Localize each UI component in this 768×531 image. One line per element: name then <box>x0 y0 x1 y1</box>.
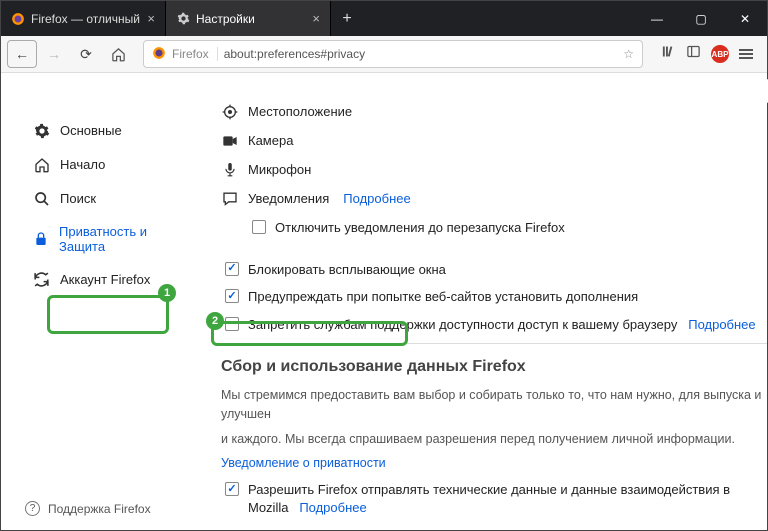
section-paragraph: Мы стремимся предоставить вам выбор и со… <box>221 386 767 424</box>
tab-label: Настройки <box>196 12 306 26</box>
firefox-icon <box>152 46 166 63</box>
annotation-badge-2: 2 <box>206 312 224 330</box>
settings-main-panel: Местоположение Камера Микрофон Уведомлен… <box>197 73 767 530</box>
new-tab-button[interactable]: + <box>331 1 363 36</box>
browser-toolbar: ← → ⟳ Firefox about:preferences#privacy … <box>1 36 767 73</box>
gear-icon <box>33 122 50 139</box>
checkbox-label: Предупреждать при попытке веб-сайтов уст… <box>248 288 638 306</box>
checkbox[interactable] <box>225 317 239 331</box>
forward-button[interactable]: → <box>39 40 69 68</box>
permission-label: Микрофон <box>248 162 311 177</box>
checkbox[interactable] <box>252 220 266 234</box>
checkbox[interactable] <box>225 482 239 496</box>
checkbox[interactable] <box>225 289 239 303</box>
privacy-notice-link[interactable]: Уведомление о приватности <box>221 456 386 470</box>
permission-label: Местоположение <box>248 104 352 119</box>
warn-addons-checkbox-row[interactable]: Предупреждать при попытке веб-сайтов уст… <box>221 288 767 306</box>
learn-more-link[interactable]: Подробнее <box>343 191 410 206</box>
url-identity: Firefox <box>172 47 218 61</box>
separator <box>221 343 767 344</box>
learn-more-link[interactable]: Подробнее <box>299 500 366 515</box>
sync-icon <box>33 271 50 288</box>
menu-button[interactable] <box>739 49 753 59</box>
minimize-button[interactable]: ― <box>635 1 679 36</box>
reload-button[interactable]: ⟳ <box>71 40 101 68</box>
window-controls: ― ▢ ✕ <box>635 1 767 36</box>
adblock-icon[interactable]: ABP <box>711 45 729 63</box>
question-icon: ? <box>25 501 40 516</box>
url-text: about:preferences#privacy <box>224 47 618 61</box>
microphone-icon <box>221 161 238 178</box>
lock-icon <box>33 231 49 248</box>
sidebar-item-label: Приватность и Защита <box>59 224 179 254</box>
location-icon <box>221 103 238 120</box>
checkbox-label: Блокировать всплывающие окна <box>248 261 446 279</box>
home-icon <box>33 156 50 173</box>
checkbox-text: Запретить службам поддержки доступности … <box>248 317 677 332</box>
checkbox[interactable] <box>225 262 239 276</box>
support-link[interactable]: ? Поддержка Firefox <box>25 501 151 516</box>
annotation-badge-1: 1 <box>158 284 176 302</box>
permission-microphone: Микрофон <box>221 161 767 178</box>
close-icon[interactable]: × <box>147 11 155 26</box>
bookmark-star-icon[interactable]: ☆ <box>623 47 634 61</box>
sidebar-item-privacy[interactable]: Приватность и Защита <box>25 219 187 259</box>
allow-tech-data-checkbox-row[interactable]: Разрешить Firefox отправлять технические… <box>221 481 767 516</box>
section-paragraph: и каждого. Мы всегда спрашиваем разрешен… <box>221 430 767 449</box>
checkbox-label: Запретить службам поддержки доступности … <box>248 316 756 334</box>
block-popups-checkbox-row[interactable]: Блокировать всплывающие окна <box>221 261 767 279</box>
chat-icon <box>221 190 238 207</box>
sidebar-item-search[interactable]: Поиск <box>25 185 187 212</box>
close-window-button[interactable]: ✕ <box>723 1 767 36</box>
search-icon <box>33 190 50 207</box>
permission-label: Камера <box>248 133 293 148</box>
home-button[interactable] <box>103 40 133 68</box>
address-bar[interactable]: Firefox about:preferences#privacy ☆ <box>143 40 643 68</box>
permission-camera: Камера <box>221 132 767 149</box>
close-icon[interactable]: × <box>312 11 320 26</box>
sidebar-item-label: Основные <box>60 123 122 138</box>
gear-icon <box>176 12 190 26</box>
permission-notifications: Уведомления Подробнее <box>221 190 767 207</box>
sidebar-item-label: Начало <box>60 157 105 172</box>
tab-1[interactable]: Firefox — отличный браузер д × <box>1 1 166 36</box>
checkbox-label: Отключить уведомления до перезапуска Fir… <box>275 219 565 237</box>
maximize-button[interactable]: ▢ <box>679 1 723 36</box>
tab-2[interactable]: Настройки × <box>166 1 331 36</box>
section-heading: Сбор и использование данных Firefox <box>221 358 767 376</box>
tab-label: Firefox — отличный браузер д <box>31 12 141 26</box>
learn-more-link[interactable]: Подробнее <box>688 317 755 332</box>
permission-label: Уведомления <box>248 191 329 206</box>
camera-icon <box>221 132 238 149</box>
sidebar-item-label: Поиск <box>60 191 96 206</box>
sidebar-item-general[interactable]: Основные <box>25 117 187 144</box>
sidebar-item-label: Аккаунт Firefox <box>60 272 150 287</box>
back-button[interactable]: ← <box>7 40 37 68</box>
firefox-favicon <box>11 12 25 26</box>
block-a11y-checkbox-row[interactable]: Запретить службам поддержки доступности … <box>221 316 767 334</box>
window-titlebar: Firefox — отличный браузер д × Настройки… <box>1 1 767 36</box>
library-icon[interactable] <box>661 44 676 64</box>
permission-location: Местоположение <box>221 103 767 120</box>
support-label: Поддержка Firefox <box>48 502 151 516</box>
sidebar-icon[interactable] <box>686 44 701 64</box>
checkbox-label: Разрешить Firefox отправлять технические… <box>248 481 767 516</box>
settings-content: Основные Начало Поиск Приватность и Защи… <box>1 73 767 530</box>
disable-notifications-checkbox-row[interactable]: Отключить уведомления до перезапуска Fir… <box>248 219 767 237</box>
sidebar-item-home[interactable]: Начало <box>25 151 187 178</box>
